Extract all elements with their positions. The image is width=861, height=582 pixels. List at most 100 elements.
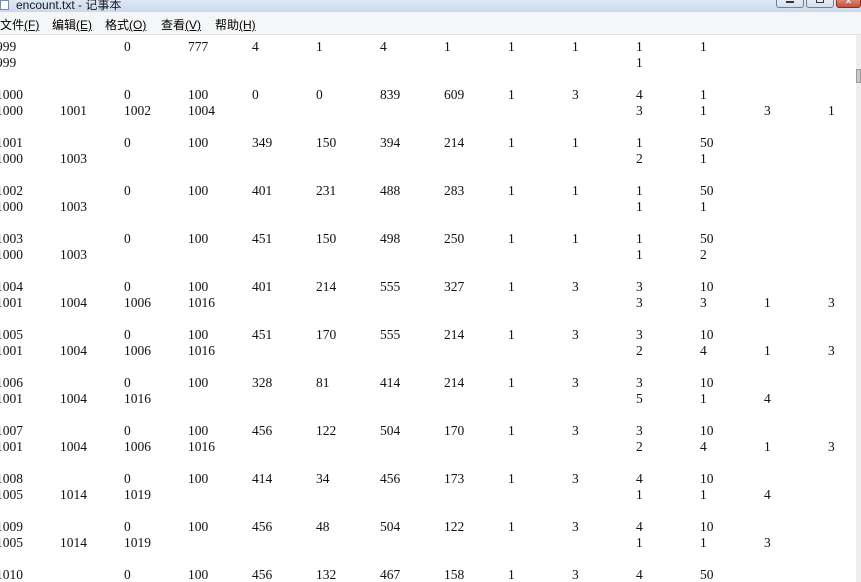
text-cell: 1000 — [0, 103, 23, 118]
text-cell: 3 — [636, 375, 643, 390]
text-cell: 1006 — [124, 343, 151, 358]
text-cell: 1 — [764, 343, 771, 358]
text-cell: 122 — [444, 519, 465, 534]
text-cell: 0 — [124, 135, 131, 150]
text-cell: 3 — [700, 295, 707, 310]
text-cell: 1 — [508, 39, 515, 54]
text-cell: 1016 — [124, 391, 151, 406]
vertical-scrollbar[interactable] — [856, 35, 861, 582]
text-cell: 1001 — [0, 391, 23, 406]
text-cell: 1 — [572, 183, 579, 198]
text-cell: 250 — [444, 231, 465, 246]
menu-edit-label: 编辑 — [52, 18, 77, 32]
text-cell: 1007 — [0, 423, 23, 438]
menu-file-accel: (F) — [24, 18, 40, 32]
menu-bar: 文件(F) 编辑(E) 格式(O) 查看(V) 帮助(H) — [0, 12, 861, 35]
text-cell: 50 — [700, 135, 714, 150]
text-cell: 158 — [444, 567, 465, 582]
text-cell: 1 — [508, 567, 515, 582]
text-cell: 1004 — [60, 439, 87, 454]
text-cell: 1004 — [60, 343, 87, 358]
menu-file-label: 文件 — [0, 18, 25, 32]
text-cell: 3 — [572, 471, 579, 486]
text-cell: 10 — [700, 519, 714, 534]
text-cell: 1 — [828, 103, 835, 118]
text-cell: 1000 — [0, 247, 23, 262]
text-cell: 1 — [508, 87, 515, 102]
text-cell: 170 — [316, 327, 337, 342]
text-cell: 1 — [700, 87, 707, 102]
text-cell: 1 — [636, 231, 643, 246]
text-cell: 401 — [252, 183, 273, 198]
text-cell: 1 — [508, 183, 515, 198]
text-cell: 1 — [636, 39, 643, 54]
text-cell: 3 — [572, 87, 579, 102]
text-cell: 1019 — [124, 487, 151, 502]
text-cell: 504 — [380, 519, 401, 534]
text-cell: 0 — [316, 87, 323, 102]
text-cell: 214 — [444, 375, 465, 390]
text-cell: 1 — [508, 375, 515, 390]
text-cell: 456 — [380, 471, 401, 486]
text-cell: 100 — [188, 183, 209, 198]
text-cell: 1008 — [0, 471, 23, 486]
scrollbar-thumb[interactable] — [856, 69, 861, 83]
text-cell: 1 — [444, 39, 451, 54]
menu-edit[interactable]: 编辑(E) — [52, 16, 92, 33]
text-cell: 1 — [700, 151, 707, 166]
text-cell: 1 — [636, 55, 643, 70]
text-cell: 1 — [508, 327, 515, 342]
minimize-icon — [786, 0, 794, 3]
text-cell: 609 — [444, 87, 465, 102]
text-cell: 1 — [636, 535, 643, 550]
text-cell: 1 — [508, 231, 515, 246]
text-cell: 1 — [508, 519, 515, 534]
text-cell: 10 — [700, 327, 714, 342]
text-cell: 100 — [188, 135, 209, 150]
text-cell: 1 — [508, 279, 515, 294]
text-cell: 1 — [508, 135, 515, 150]
text-cell: 1016 — [188, 295, 215, 310]
text-cell: 1 — [700, 487, 707, 502]
text-cell: 1000 — [0, 151, 23, 166]
menu-view[interactable]: 查看(V) — [161, 16, 201, 33]
text-cell: 4 — [252, 39, 259, 54]
text-cell: 777 — [188, 39, 209, 54]
text-cell: 100 — [188, 471, 209, 486]
close-button[interactable]: ✕ — [836, 0, 861, 8]
text-cell: 1005 — [0, 487, 23, 502]
maximize-button[interactable] — [806, 0, 834, 8]
text-cell: 0 — [124, 423, 131, 438]
text-cell: 1004 — [0, 279, 23, 294]
text-cell: 4 — [700, 343, 707, 358]
text-cell: 3 — [764, 103, 771, 118]
text-cell: 0 — [124, 327, 131, 342]
text-editor[interactable]: 9990777414111119991100001000083960913411… — [0, 35, 856, 582]
text-cell: 1003 — [60, 247, 87, 262]
menu-format[interactable]: 格式(O) — [105, 16, 146, 33]
text-cell: 231 — [316, 183, 337, 198]
menu-help[interactable]: 帮助(H) — [215, 16, 256, 33]
text-cell: 4 — [636, 471, 643, 486]
text-cell: 214 — [444, 327, 465, 342]
text-cell: 3 — [636, 279, 643, 294]
text-cell: 394 — [380, 135, 401, 150]
title-bar[interactable]: encount.txt - 记事本 ✕ — [0, 0, 861, 12]
text-cell: 555 — [380, 279, 401, 294]
text-cell: 48 — [316, 519, 330, 534]
text-cell: 3 — [636, 423, 643, 438]
text-cell: 0 — [124, 87, 131, 102]
text-cell: 1 — [508, 471, 515, 486]
menu-edit-accel: (E) — [76, 18, 93, 32]
text-cell: 1 — [572, 39, 579, 54]
menu-format-accel: (O) — [129, 18, 147, 32]
minimize-button[interactable] — [776, 0, 804, 8]
text-cell: 3 — [828, 439, 835, 454]
menu-file[interactable]: 文件(F) — [0, 16, 39, 33]
text-cell: 328 — [252, 375, 273, 390]
text-cell: 3 — [572, 375, 579, 390]
text-cell: 1003 — [60, 151, 87, 166]
text-cell: 2 — [636, 151, 643, 166]
text-cell: 0 — [124, 231, 131, 246]
text-cell: 1006 — [0, 375, 23, 390]
